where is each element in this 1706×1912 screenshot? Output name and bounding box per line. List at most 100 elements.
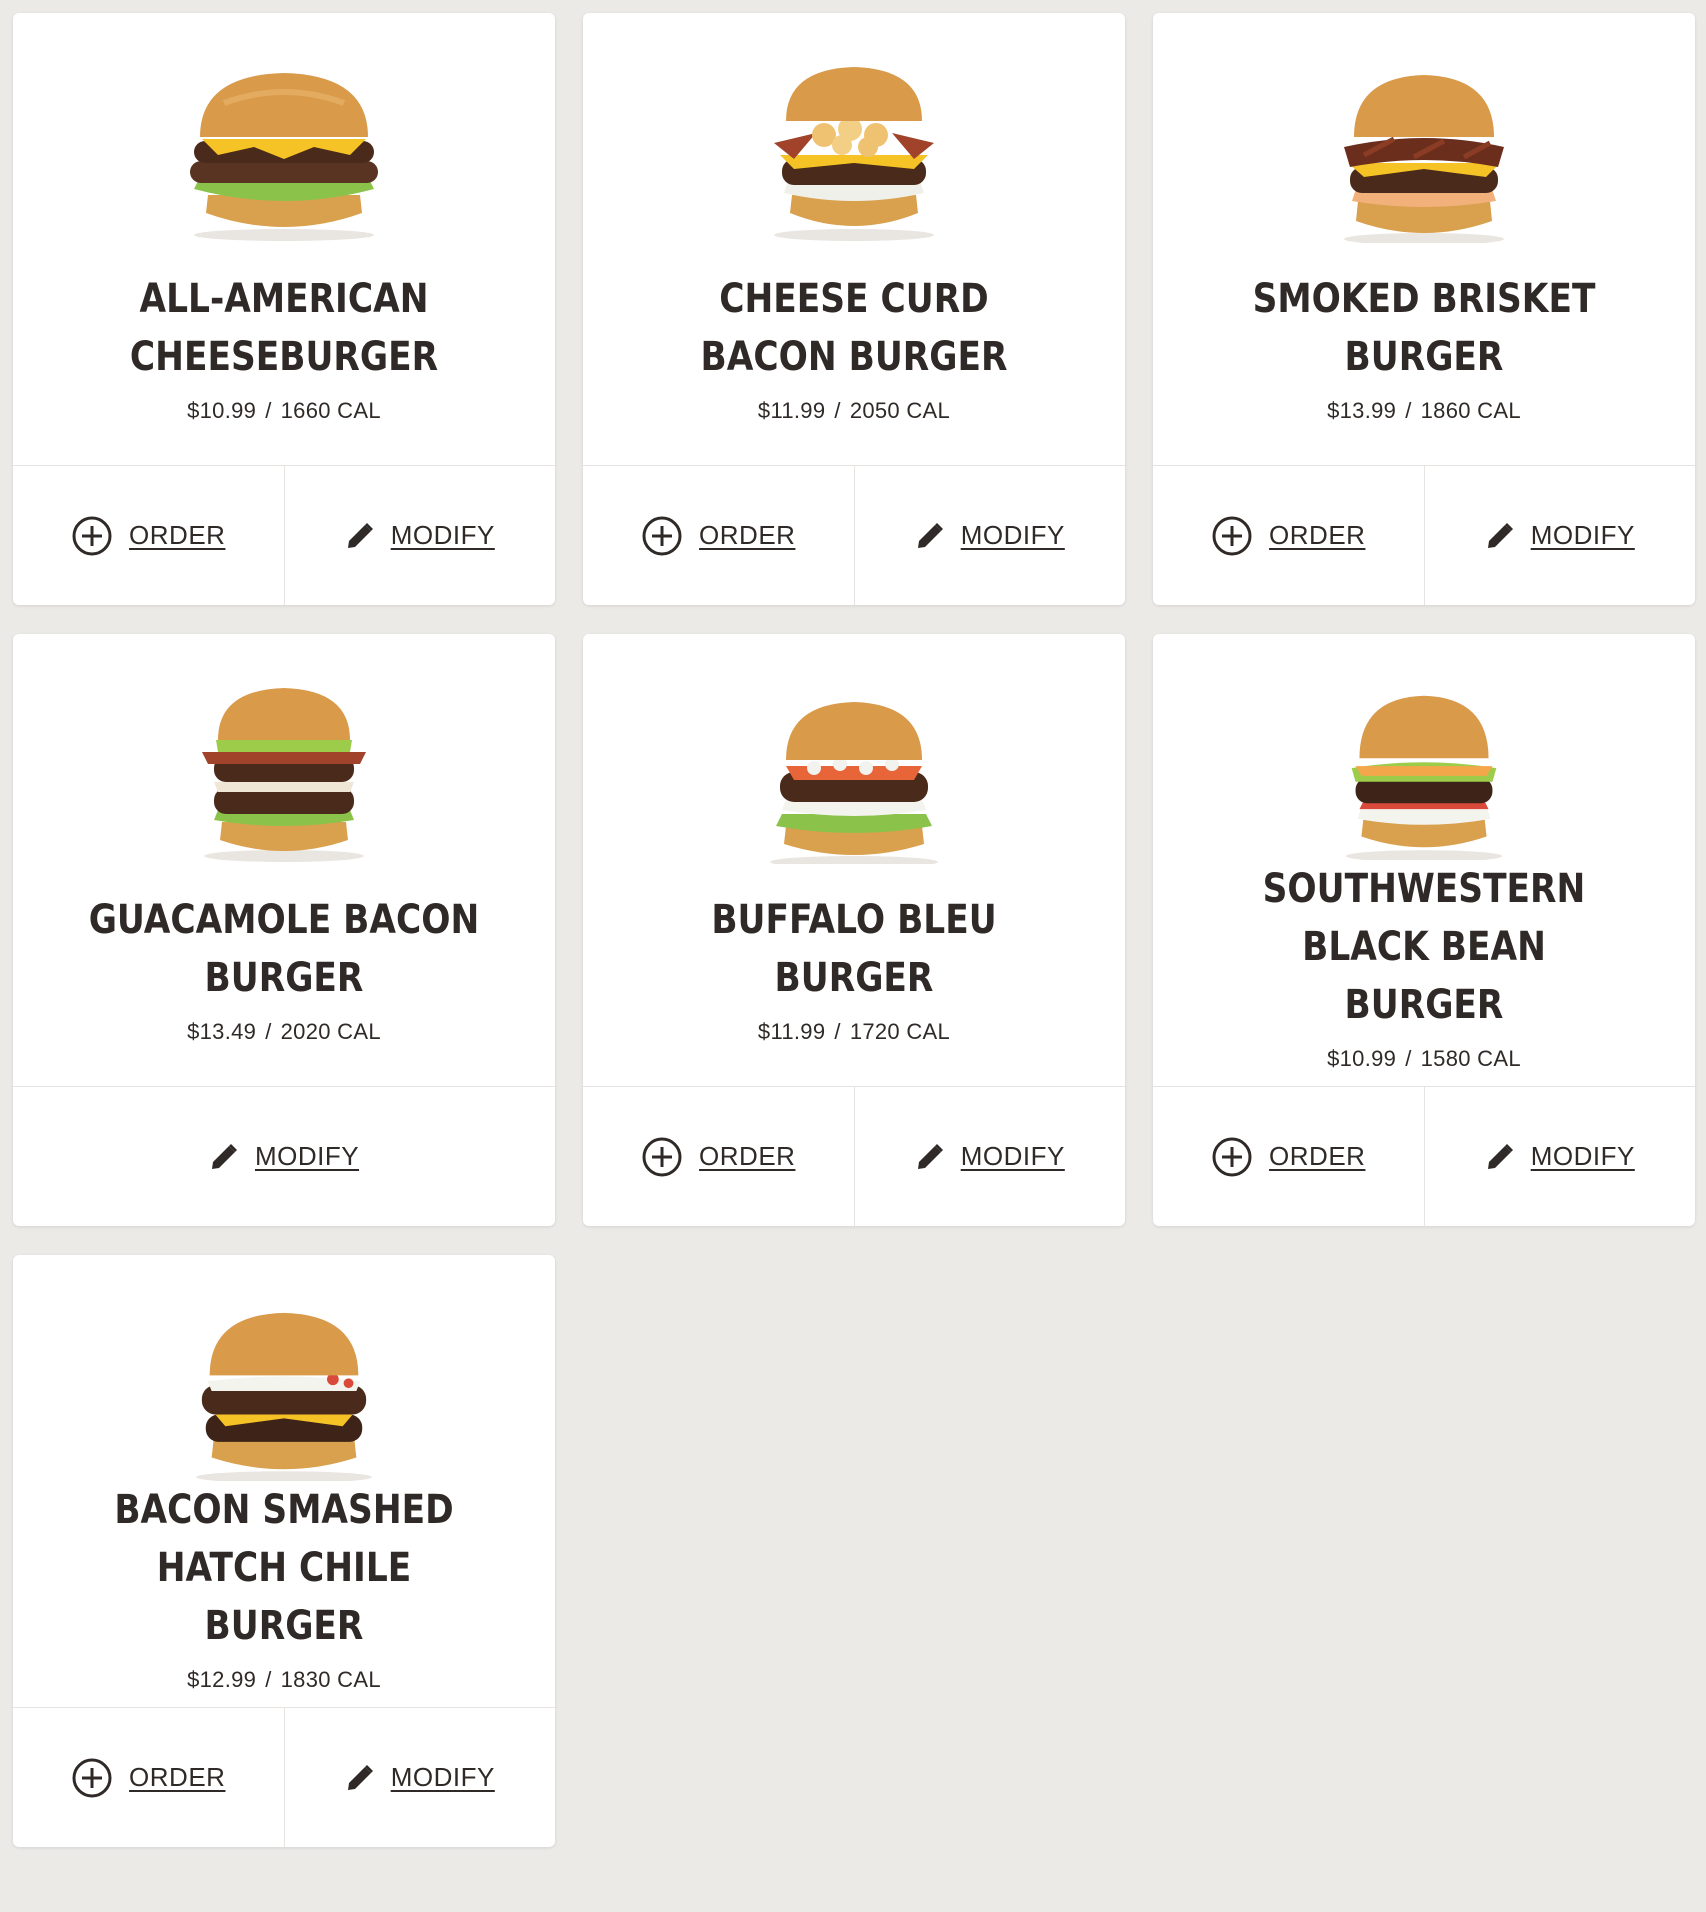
item-name: GUACAMOLE BACON BURGER — [88, 897, 480, 1001]
item-calories: 1580 CAL — [1420, 1046, 1521, 1071]
menu-item-card[interactable]: ALL-AMERICAN CHEESEBURGER $10.99 / 1660 CA… — [13, 13, 555, 605]
menu-item-header: BUFFALO BLEU BURGER $11.99 / 1720 CAL — [583, 634, 1125, 1087]
item-calories: 1830 CAL — [280, 1667, 381, 1692]
modify-button[interactable]: MODIFY — [1423, 466, 1696, 605]
order-button[interactable]: ORDER — [1153, 466, 1424, 605]
item-price: $13.99 — [1327, 398, 1397, 423]
menu-item-header: SOUTHWESTERN BLACK BEAN BURGER $10.99 / 15… — [1153, 634, 1695, 1087]
item-meta: $10.99 / 1580 CAL — [1327, 1046, 1521, 1072]
item-name: ALL-AMERICAN CHEESEBURGER — [129, 276, 439, 380]
item-name: SOUTHWESTERN BLACK BEAN BURGER — [1262, 866, 1586, 1028]
separator: / — [834, 1019, 841, 1044]
burger-image[interactable] — [724, 63, 984, 243]
separator: / — [834, 398, 841, 423]
item-meta: $13.99 / 1860 CAL — [1327, 398, 1521, 424]
item-calories: 1660 CAL — [280, 398, 381, 423]
modify-label: MODIFY — [960, 1141, 1065, 1171]
plus-circle-icon — [71, 515, 113, 557]
menu-item-card[interactable]: GUACAMOLE BACON BURGER $13.49 / 2020 CAL M… — [13, 634, 555, 1226]
item-meta: $11.99 / 2050 CAL — [758, 398, 950, 424]
item-price: $10.99 — [1327, 1046, 1397, 1071]
menu-item-card[interactable]: BACON SMASHED HATCH CHILE BURGER $12.99 /… — [13, 1255, 555, 1847]
modify-label: MODIFY — [390, 1762, 495, 1792]
item-name: BACON SMASHED HATCH CHILE BURGER — [114, 1487, 454, 1649]
separator: / — [1405, 398, 1412, 423]
item-price: $11.99 — [757, 1019, 826, 1044]
item-name: BUFFALO BLEU BURGER — [711, 897, 997, 1001]
menu-item-header: GUACAMOLE BACON BURGER $13.49 / 2020 CAL — [13, 634, 555, 1087]
separator: / — [265, 1667, 272, 1692]
menu-grid: ALL-AMERICAN CHEESEBURGER $10.99 / 1660 CA… — [13, 13, 1695, 1847]
item-actions: ORDER MODIFY — [1153, 1087, 1695, 1226]
separator: / — [265, 1019, 272, 1044]
modify-label: MODIFY — [960, 520, 1065, 550]
order-button[interactable]: ORDER — [1153, 1087, 1424, 1226]
menu-item-header: CHEESE CURD BACON BURGER $11.99 / 2050 CAL — [583, 13, 1125, 466]
item-price: $13.49 — [187, 1019, 257, 1044]
item-actions: ORDER MODIFY — [583, 1087, 1125, 1226]
pencil-icon — [915, 1142, 945, 1172]
plus-circle-icon — [1211, 515, 1253, 557]
pencil-icon — [915, 521, 945, 551]
item-meta: $12.99 / 1830 CAL — [187, 1667, 381, 1693]
modify-button[interactable]: MODIFY — [283, 1708, 556, 1847]
plus-circle-icon — [641, 515, 683, 557]
modify-label: MODIFY — [390, 520, 495, 550]
order-button[interactable]: ORDER — [583, 1087, 854, 1226]
menu-item-header: ALL-AMERICAN CHEESEBURGER $10.99 / 1660 CA… — [13, 13, 555, 466]
menu-item-card[interactable]: BUFFALO BLEU BURGER $11.99 / 1720 CAL ORDE… — [583, 634, 1125, 1226]
item-actions: ORDER MODIFY — [1153, 466, 1695, 605]
separator: / — [1405, 1046, 1412, 1071]
menu-item-card[interactable]: CHEESE CURD BACON BURGER $11.99 / 2050 CAL… — [583, 13, 1125, 605]
pencil-icon — [345, 1763, 375, 1793]
modify-button[interactable]: MODIFY — [283, 466, 556, 605]
plus-circle-icon — [71, 1757, 113, 1799]
modify-label: MODIFY — [254, 1141, 360, 1171]
burger-image[interactable] — [154, 684, 414, 864]
item-calories: 2050 CAL — [849, 398, 951, 423]
burger-image[interactable] — [154, 63, 414, 243]
plus-circle-icon — [1211, 1136, 1253, 1178]
item-name: SMOKED BRISKET BURGER — [1252, 276, 1596, 380]
modify-button[interactable]: MODIFY — [853, 1087, 1126, 1226]
burger-image[interactable] — [724, 684, 984, 864]
item-calories: 2020 CAL — [280, 1019, 381, 1044]
item-price: $12.99 — [187, 1667, 257, 1692]
item-price: $10.99 — [187, 398, 257, 423]
item-price: $11.99 — [757, 398, 826, 423]
item-calories: 1860 CAL — [1420, 398, 1521, 423]
pencil-icon — [1485, 1142, 1515, 1172]
pencil-icon — [1485, 521, 1515, 551]
separator: / — [265, 398, 272, 423]
menu-item-header: SMOKED BRISKET BURGER $13.99 / 1860 CAL — [1153, 13, 1695, 466]
burger-image[interactable] — [1294, 63, 1554, 243]
item-actions: ORDER MODIFY — [13, 466, 555, 605]
item-name: CHEESE CURD BACON BURGER — [700, 276, 1008, 380]
modify-button[interactable]: MODIFY — [13, 1087, 555, 1226]
order-label: ORDER — [699, 520, 796, 550]
item-actions: ORDER MODIFY — [583, 466, 1125, 605]
modify-label: MODIFY — [1530, 520, 1635, 550]
burger-image[interactable] — [1294, 684, 1554, 860]
order-label: ORDER — [1269, 520, 1366, 550]
order-label: ORDER — [1269, 1141, 1366, 1171]
item-meta: $10.99 / 1660 CAL — [187, 398, 381, 424]
modify-label: MODIFY — [1530, 1141, 1635, 1171]
modify-button[interactable]: MODIFY — [1423, 1087, 1696, 1226]
pencil-icon — [209, 1142, 239, 1172]
menu-item-card[interactable]: SMOKED BRISKET BURGER $13.99 / 1860 CAL OR… — [1153, 13, 1695, 605]
order-button[interactable]: ORDER — [13, 466, 284, 605]
order-button[interactable]: ORDER — [13, 1708, 284, 1847]
burger-image[interactable] — [154, 1305, 414, 1481]
menu-item-card[interactable]: SOUTHWESTERN BLACK BEAN BURGER $10.99 / 15… — [1153, 634, 1695, 1226]
pencil-icon — [345, 521, 375, 551]
order-button[interactable]: ORDER — [583, 466, 854, 605]
order-label: ORDER — [129, 520, 226, 550]
item-actions: ORDER MODIFY — [13, 1708, 555, 1847]
item-calories: 1720 CAL — [849, 1019, 951, 1044]
modify-button[interactable]: MODIFY — [853, 466, 1126, 605]
item-meta: $13.49 / 2020 CAL — [187, 1019, 381, 1045]
plus-circle-icon — [641, 1136, 683, 1178]
order-label: ORDER — [699, 1141, 796, 1171]
item-meta: $11.99 / 1720 CAL — [758, 1019, 950, 1045]
